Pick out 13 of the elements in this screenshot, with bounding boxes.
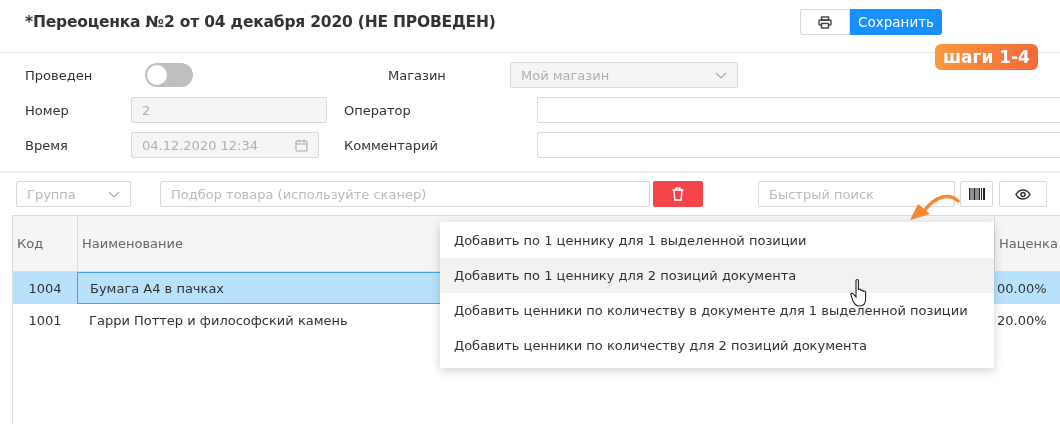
table-cell-text: 1004 xyxy=(27,279,63,298)
document-title: *Переоценка №2 от 04 декабря 2020 (НЕ ПРОВЕДЕН) xyxy=(25,13,496,31)
field-label: Комментарий xyxy=(344,137,439,153)
field-label: Оператор xyxy=(344,102,412,118)
field-label: Время xyxy=(24,137,69,153)
field-label: Магазин xyxy=(388,67,447,83)
table-cell-text: 1001 xyxy=(27,311,63,330)
table-cell: Бумага А4 в пачках xyxy=(90,280,225,296)
table-cell-text: 00.00% xyxy=(996,279,1048,298)
field-label: Номер xyxy=(24,102,70,118)
table-cell: Гарри Поттер и философский камень xyxy=(89,312,348,328)
field-label: Проведен xyxy=(24,67,94,83)
steps-badge: шаги 1-4 xyxy=(935,44,1038,70)
